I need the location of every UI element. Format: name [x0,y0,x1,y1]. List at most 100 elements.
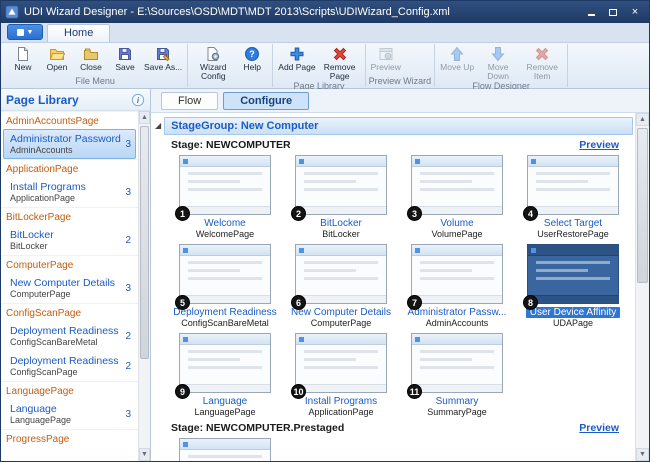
content-scrollbar[interactable]: ▲ ▼ [635,113,649,461]
page-card-title: BitLocker [320,218,362,229]
page-card[interactable]: 11 Summary SummaryPage [403,333,511,418]
library-item-new-computer-details[interactable]: New Computer Details ComputerPage 3 [3,273,136,303]
page-card[interactable]: 2 BitLocker BitLocker [287,155,395,240]
page-card-subtitle: UDAPage [553,318,593,328]
page-thumbnail: 1 [179,155,271,215]
ribbon-group-flow-designer: Move Up Move Down Remove Item Flow Desig… [435,44,568,87]
page-card[interactable]: 6 New Computer Details ComputerPage [287,244,395,329]
move-up-button[interactable]: Move Up [438,44,476,72]
library-item-bitlocker[interactable]: BitLocker BitLocker 2 [3,225,136,255]
scrollbar-thumb[interactable] [140,126,149,359]
page-name: Language [10,403,121,415]
page-thumbnail: 7 [411,244,503,304]
tab-flow[interactable]: Flow [161,92,218,110]
save-button[interactable]: Save [108,44,142,72]
tab-configure[interactable]: Configure [223,92,309,110]
open-button[interactable]: Open [40,44,74,72]
info-icon[interactable]: i [131,93,145,107]
page-card[interactable]: 5 Deployment Readiness ConfigScanBareMet… [171,244,279,329]
group-label: ProgressPage [6,434,69,445]
page-card[interactable]: 9 Language LanguagePage [171,333,279,418]
flow-content: ◢ StageGroup: New Computer Stage: NEWCOM… [151,113,635,461]
close-file-button[interactable]: Close [74,44,108,72]
page-thumbnail: 6 [295,244,387,304]
page-name: Deployment Readiness [10,355,121,367]
group-label: ComputerPage [6,260,73,271]
application-menu-button[interactable]: ▼ [7,24,43,40]
move-down-button[interactable]: Move Down [476,44,520,81]
save-as-button[interactable]: Save As... [142,44,184,72]
wizard-config-icon [205,46,221,62]
preview-link[interactable]: Preview [579,422,619,434]
new-button[interactable]: New [6,44,40,72]
scrollbar-thumb[interactable] [637,128,648,283]
page-card[interactable]: 3 Volume VolumePage [403,155,511,240]
library-item-deployment-readiness[interactable]: Deployment Readiness ConfigScanPage 2 [3,351,136,381]
collapse-expander-icon[interactable]: ◢ [155,122,161,130]
page-name: Install Programs [10,181,121,193]
page-card-subtitle: VolumePage [431,229,482,239]
stagegroup-header[interactable]: StageGroup: New Computer [164,117,633,135]
page-card-subtitle: ConfigScanBareMetal [181,318,269,328]
remove-page-button[interactable]: Remove Page [318,44,362,81]
button-label: New [14,63,31,72]
page-card[interactable]: 7 Administrator Passw... AdminAccounts [403,244,511,329]
page-number-badge: 10 [291,384,306,399]
workspace: Flow Configure ◢ StageGroup: New Compute… [151,89,649,461]
library-item-language[interactable]: Language LanguagePage 3 [3,399,136,429]
page-card[interactable]: 4 Select Target UserRestorePage [519,155,627,240]
minimize-button[interactable] [581,5,601,20]
page-card[interactable]: 10 Install Programs ApplicationPage [287,333,395,418]
page-card[interactable]: 1 Welcome WelcomePage [171,155,279,240]
page-card-title: New Computer Details [291,307,391,318]
page-card-title: Deployment Readiness [173,307,276,318]
page-name: New Computer Details [10,277,121,289]
library-item-deployment-readiness-baremetal[interactable]: Deployment Readiness ConfigScanBareMetal… [3,321,136,351]
library-group-applicationpage[interactable]: ApplicationPage [1,159,138,177]
usage-count: 3 [121,283,131,294]
group-label: AdminAccountsPage [6,116,99,127]
library-group-computerpage[interactable]: ComputerPage [1,255,138,273]
close-button[interactable]: × [625,5,645,20]
page-card-subtitle: ApplicationPage [308,407,373,417]
library-scrollbar[interactable]: ▲ ▼ [138,111,150,461]
page-number-badge: 2 [291,206,306,221]
library-group-configscanpage[interactable]: ConfigScanPage [1,303,138,321]
remove-item-button[interactable]: Remove Item [520,44,564,81]
tab-home[interactable]: Home [47,24,110,42]
page-card-selected[interactable]: 8 User Device Affinity UDAPage [519,244,627,329]
library-group-languagepage[interactable]: LanguagePage [1,381,138,399]
preview-link[interactable]: Preview [579,139,619,151]
add-page-icon [289,46,305,62]
library-group-bitlockerpage[interactable]: BitLockerPage [1,207,138,225]
remove-page-icon [332,46,348,62]
scroll-down-button[interactable]: ▼ [636,448,649,461]
page-card-title: Select Target [544,218,602,229]
page-number-badge: 11 [407,384,422,399]
button-label: Help [244,63,261,72]
ribbon-tab-row: ▼ Home [1,23,649,43]
scroll-up-button[interactable]: ▲ [139,111,150,124]
usage-count: 3 [121,409,131,420]
library-group-progresspage[interactable]: ProgressPage [1,429,138,447]
save-icon [117,46,133,62]
library-item-administrator-password[interactable]: Administrator Password AdminAccounts 3 [3,129,136,159]
maximize-button[interactable] [603,5,623,20]
scroll-up-button[interactable]: ▲ [636,113,649,126]
page-number-badge: 8 [523,295,538,310]
scroll-down-button[interactable]: ▼ [139,448,150,461]
library-item-install-programs[interactable]: Install Programs ApplicationPage 3 [3,177,136,207]
page-card-title: Welcome [204,218,246,229]
button-label: Remove Item [522,63,562,81]
button-label: Remove Page [320,63,360,81]
preview-button[interactable]: Preview [369,44,403,72]
page-thumbnail: 10 [295,333,387,393]
wizard-config-button[interactable]: Wizard Config [191,44,235,81]
group-label: LanguagePage [6,386,74,397]
page-thumbnail: 5 [179,244,271,304]
library-group-adminaccountspage[interactable]: AdminAccountsPage [1,111,138,129]
help-button[interactable]: ? Help [235,44,269,72]
page-card[interactable] [171,438,279,461]
add-page-button[interactable]: Add Page [276,44,317,72]
usage-count: 3 [121,139,131,150]
